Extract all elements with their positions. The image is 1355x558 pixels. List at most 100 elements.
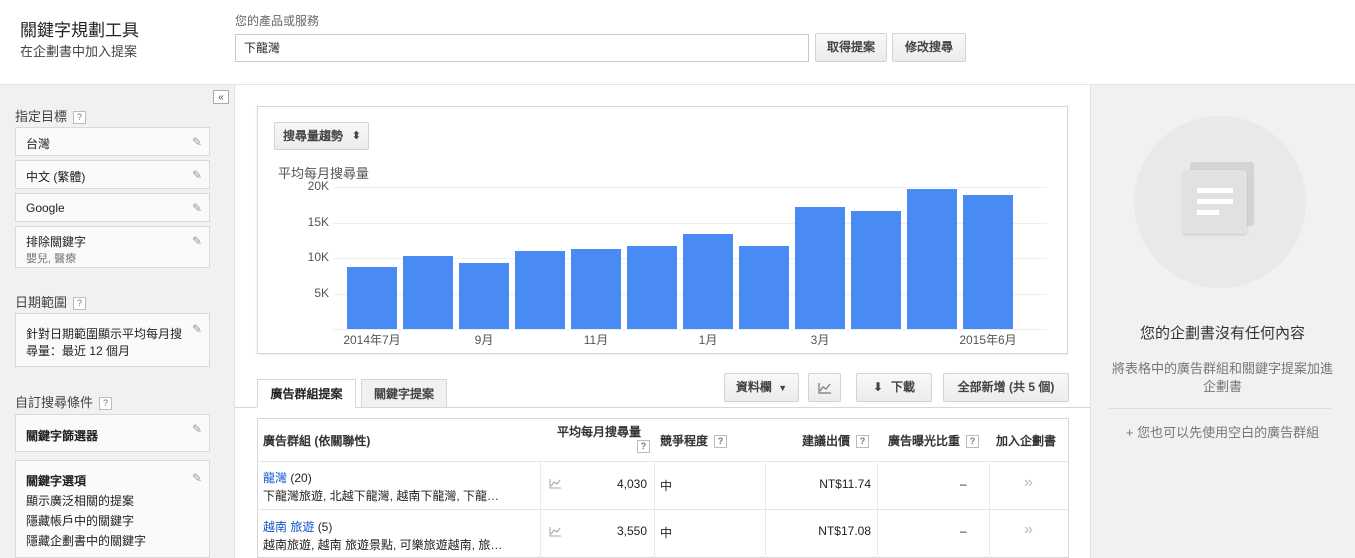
negative-keywords-title: 排除關鍵字 — [26, 235, 87, 249]
ad-group-link[interactable]: 越南 旅遊 — [263, 520, 314, 534]
pencil-icon[interactable]: ✎ — [192, 135, 202, 149]
header-impression-share[interactable]: 廣告曝光比重? — [888, 432, 980, 449]
y-tick-label: 15K — [307, 215, 329, 229]
header-suggested-bid[interactable]: 建議出價? — [802, 432, 870, 449]
help-icon[interactable]: ? — [714, 435, 728, 449]
help-icon[interactable]: ? — [856, 435, 870, 449]
location-value: 台灣 — [26, 137, 51, 151]
chart-bar[interactable] — [627, 246, 677, 329]
ad-group-link[interactable]: 龍灣 — [263, 471, 287, 485]
targeting-title: 指定目標? — [15, 106, 87, 125]
header-competition[interactable]: 競爭程度? — [660, 432, 728, 449]
chart-bar[interactable] — [963, 195, 1013, 329]
chart-bar[interactable] — [515, 251, 565, 329]
keyword-options[interactable]: 關鍵字選項 顯示廣泛相關的提案 隱藏帳戶中的關鍵字 隱藏企劃書中的關鍵字 ✎ — [15, 460, 210, 558]
date-range-title: 日期範圍? — [15, 292, 87, 311]
custom-search-title: 自訂搜尋條件? — [15, 392, 113, 411]
gridline — [333, 187, 1047, 188]
column-divider — [765, 461, 766, 558]
chart-bar[interactable] — [683, 234, 733, 329]
pencil-icon[interactable]: ✎ — [192, 168, 202, 182]
download-button[interactable]: ⬇ 下載 — [856, 373, 932, 402]
date-range-box[interactable]: 針對日期範圍顯示平均每月搜尋量：最近 12 個月 ✎ — [15, 313, 210, 367]
location-target[interactable]: 台灣 ✎ — [15, 127, 210, 156]
date-range-text: 針對日期範圍顯示平均每月搜尋量：最近 12 個月 — [26, 327, 183, 358]
header-ad-group[interactable]: 廣告群組 (依關聯性) — [263, 432, 370, 449]
column-divider — [540, 461, 541, 558]
trend-chart-icon[interactable] — [549, 478, 562, 492]
chart-bar[interactable] — [851, 211, 901, 329]
add-to-plan-icon[interactable]: » — [1024, 521, 1033, 539]
chart-bar[interactable] — [571, 249, 621, 329]
x-axis-line — [333, 329, 1047, 330]
option-item: 顯示廣泛相關的提案 — [26, 494, 135, 508]
caret-down-icon: ▼ — [778, 383, 788, 393]
empty-plan-title: 您的企劃書沒有任何內容 — [1139, 325, 1305, 342]
collapse-sidebar-icon[interactable]: « — [213, 90, 229, 104]
pencil-icon[interactable]: ✎ — [192, 201, 202, 215]
help-icon[interactable]: ? — [966, 435, 980, 449]
chart-bar[interactable] — [795, 207, 845, 329]
help-icon[interactable]: ? — [73, 111, 87, 125]
chart-type-dropdown[interactable]: 搜尋量趨勢 ⬍ — [274, 122, 369, 150]
chart-bar[interactable] — [403, 256, 453, 329]
keyword-options-label: 關鍵字選項 — [26, 474, 87, 488]
chart-bar[interactable] — [739, 246, 789, 329]
pencil-icon[interactable]: ✎ — [192, 234, 202, 248]
column-divider — [654, 461, 655, 558]
columns-label: 資料欄 — [735, 380, 772, 394]
x-tick-label: 1月 — [698, 333, 718, 347]
impression-share-value: – — [960, 477, 967, 491]
search-input[interactable]: 下龍灣 — [235, 34, 809, 62]
columns-dropdown[interactable]: 資料欄 ▼ — [724, 373, 799, 402]
column-divider — [989, 461, 990, 558]
chart-bar[interactable] — [347, 267, 397, 329]
help-icon[interactable]: ? — [73, 297, 87, 311]
language-target[interactable]: 中文 (繁體) ✎ — [15, 160, 210, 189]
tab-keyword-ideas[interactable]: 關鍵字提案 — [361, 379, 447, 408]
negative-keywords[interactable]: 排除關鍵字 嬰兒, 醫療 ✎ — [15, 226, 210, 268]
modify-search-button[interactable]: 修改搜尋 — [892, 33, 966, 62]
network-target[interactable]: Google ✎ — [15, 193, 210, 222]
app-subtitle[interactable]: 在企劃書中加入提案 — [20, 41, 137, 60]
header-avg-searches[interactable]: 平均每月搜尋量? — [557, 425, 650, 454]
header-add-to-plan: 加入企劃書 — [996, 434, 1057, 448]
x-tick-label: 2015年6月 — [959, 333, 1017, 347]
add-to-plan-icon[interactable]: » — [1024, 474, 1033, 492]
add-all-button[interactable]: 全部新增 (共 5 個) — [943, 373, 1069, 402]
ad-group-name: 越南 旅遊 (5) — [263, 520, 333, 534]
get-ideas-button[interactable]: 取得提案 — [815, 33, 887, 62]
app-title: 關鍵字規劃工具 — [20, 21, 139, 40]
bid-value: NT$17.08 — [818, 524, 871, 538]
ad-group-keywords: 下龍灣旅遊, 北越下龍灣, 越南下龍灣, 下龍… — [263, 489, 500, 503]
download-icon: ⬇ — [872, 380, 884, 394]
help-icon[interactable]: ? — [99, 397, 113, 411]
tab-ad-group-ideas[interactable]: 廣告群組提案 — [257, 379, 356, 408]
y-tick-label: 20K — [307, 179, 329, 193]
help-icon[interactable]: ? — [637, 440, 650, 454]
keyword-filter-label: 關鍵字篩選器 — [26, 429, 99, 443]
empty-plan-description: 將表格中的廣告群組和關鍵字提案加進企劃書 — [1111, 361, 1333, 394]
empty-ad-group-link[interactable]: + 您也可以先使用空白的廣告群組 — [1090, 422, 1355, 441]
x-tick-label: 2014年7月 — [343, 333, 401, 347]
trend-chart-icon[interactable] — [549, 526, 562, 540]
y-tick-label: 5K — [314, 286, 329, 300]
chart-toggle-button[interactable] — [808, 373, 841, 402]
pencil-icon[interactable]: ✎ — [192, 422, 202, 436]
chart-bar[interactable] — [459, 263, 509, 329]
line-chart-icon — [817, 382, 831, 394]
competition-value: 中 — [660, 526, 673, 540]
up-down-arrow-icon: ⬍ — [351, 130, 361, 142]
competition-value: 中 — [660, 479, 673, 493]
pencil-icon[interactable]: ✎ — [192, 468, 202, 488]
pencil-icon[interactable]: ✎ — [192, 321, 202, 338]
search-label: 您的產品或服務 — [235, 14, 320, 28]
network-value: Google — [26, 201, 65, 215]
keyword-filter[interactable]: 關鍵字篩選器 ✎ — [15, 414, 210, 452]
column-divider — [877, 461, 878, 558]
impression-share-value: – — [960, 524, 967, 538]
negative-keywords-values: 嬰兒, 醫療 — [26, 253, 77, 265]
option-item: 隱藏企劃書中的關鍵字 — [26, 534, 147, 548]
chart-bar[interactable] — [907, 189, 957, 329]
x-tick-label: 11月 — [583, 333, 609, 347]
